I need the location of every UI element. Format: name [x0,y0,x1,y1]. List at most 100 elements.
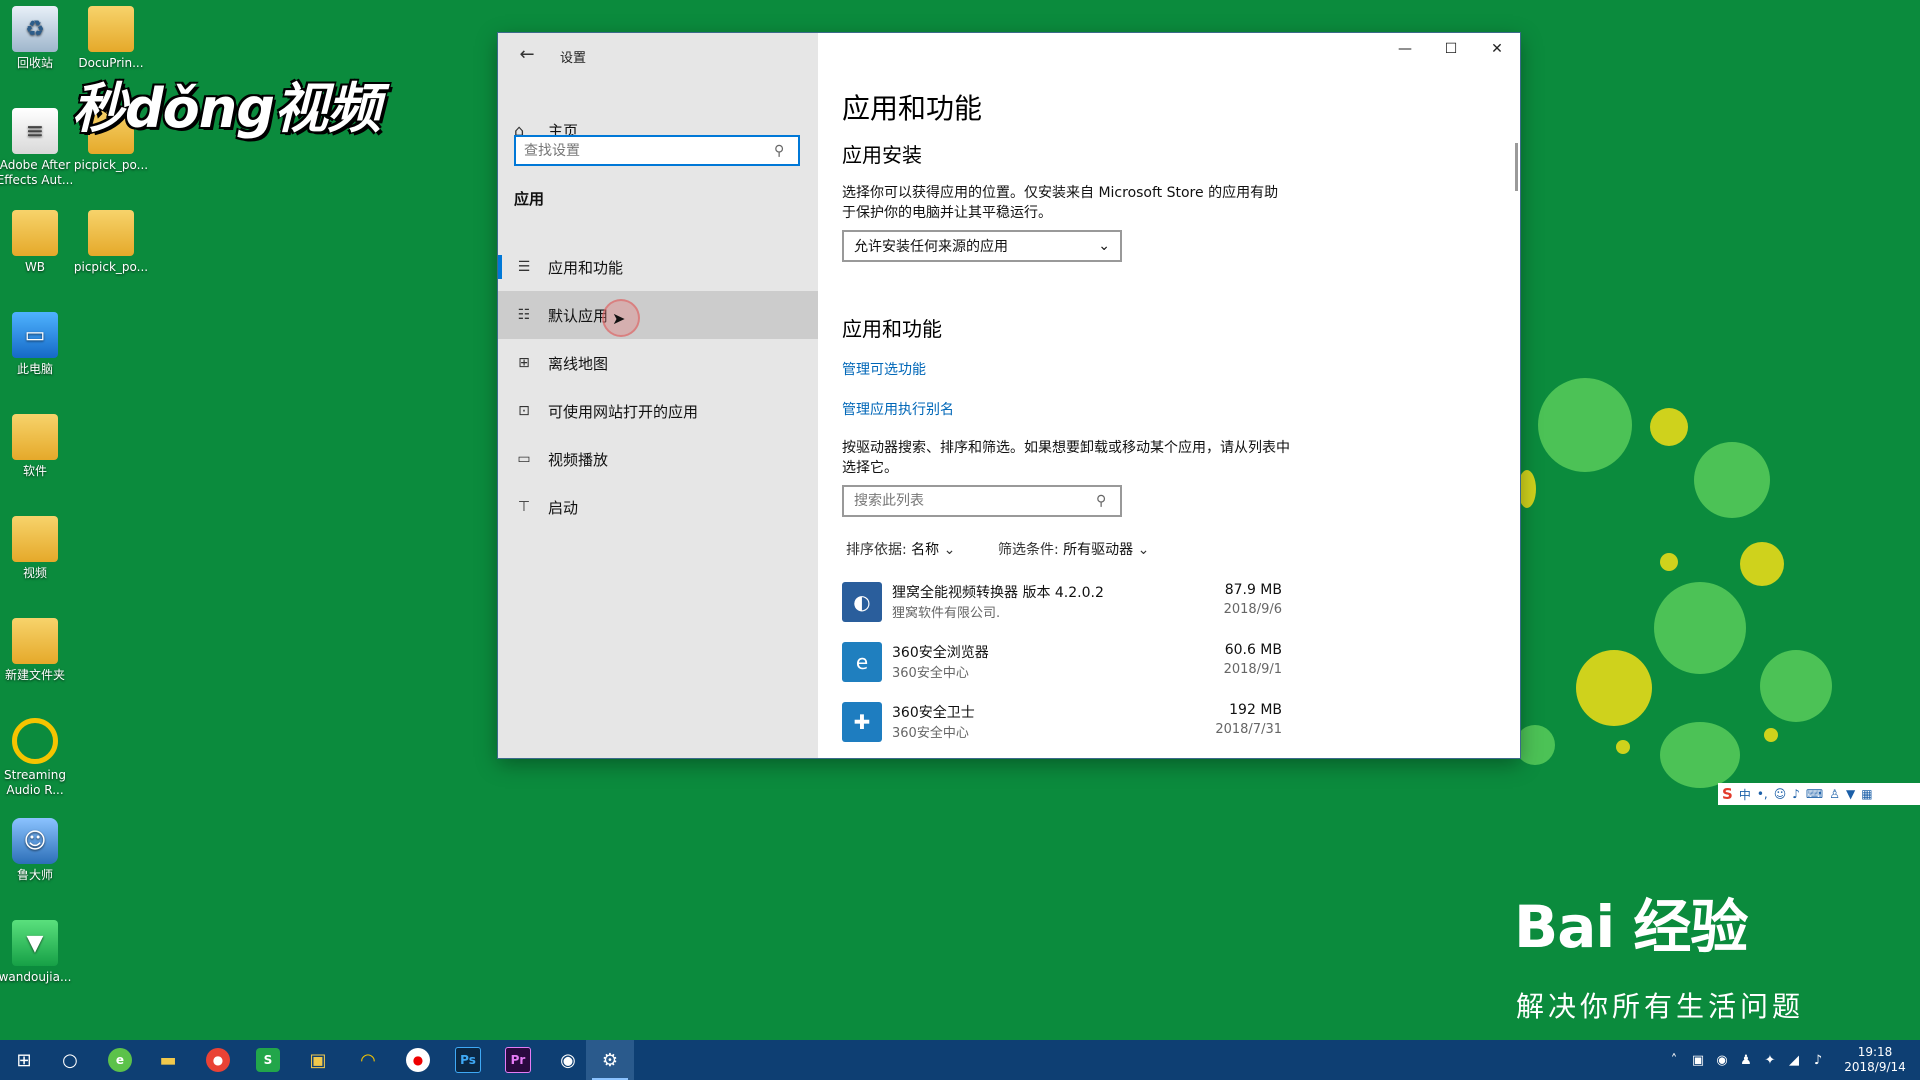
taskbar-app-premiere[interactable]: Pr [494,1040,542,1080]
taskbar-app-s[interactable]: S [244,1040,292,1080]
settings-search-box[interactable]: ⚲ [514,135,800,166]
search-icon[interactable]: ⚲ [1096,493,1120,509]
ime-keyboard-icon[interactable]: ⌨ [1806,787,1823,801]
app-name: 狸窝全能视频转换器 版本 4.2.0.2 [892,585,1104,601]
manage-app-alias-link[interactable]: 管理应用执行别名 [842,399,954,419]
desktop-icon-label: 此电脑 [16,362,53,376]
premiere-icon: Pr [505,1047,531,1073]
taskbar-app-photoshop[interactable]: Ps [444,1040,492,1080]
security-tray-icon[interactable]: ✦ [1758,1053,1782,1068]
app-list-search-box[interactable]: ⚲ [842,485,1122,517]
desktop-icon-ludashi[interactable]: ☺ 鲁大师 [0,818,78,883]
taskbar-app-chrome[interactable]: ● [194,1040,242,1080]
desktop-icon-label: 视频 [22,566,47,580]
app-date: 2018/9/1 [1223,662,1282,677]
sort-control[interactable]: 排序依据: 名称 ⌄ [846,539,955,559]
app-list-item[interactable]: ◐ 狸窝全能视频转换器 版本 4.2.0.2 狸窝软件有限公司. 87.9 MB… [842,576,1282,632]
app-size: 87.9 MB [1224,582,1282,598]
desktop-icon-docuprint[interactable]: DocuPrin... [68,6,154,71]
app-list-item[interactable]: ✚ 360安全卫士 360安全中心 192 MB 2018/7/31 [842,696,1282,752]
ime-skin-icon[interactable]: ▼ [1846,787,1855,801]
browser-360-icon: e [842,642,882,682]
ime-voice-icon[interactable]: ♪ [1792,787,1800,801]
content-scrollbar[interactable] [1515,143,1518,191]
app-list-search-input[interactable] [844,492,1096,510]
ime-mode-indicator[interactable]: 中 [1739,786,1751,803]
chevron-up-icon[interactable]: ˄ [1662,1053,1686,1068]
system-tray: ˄ ▣ ◉ ♟ ✦ ◢ ♪ 19:18 2018/9/14 [1662,1040,1920,1080]
taskbar-app-360browser[interactable]: e [96,1040,144,1080]
desktop-icon-new-folder[interactable]: 新建文件夹 [0,618,78,683]
search-icon[interactable]: ⚲ [774,143,798,159]
sidebar-item-startup[interactable]: ⊤ 启动 [498,483,818,531]
ime-punctuation-icon[interactable]: •, [1757,787,1768,801]
sidebar-nav: ☰ 应用和功能 ☷ 默认应用 ➤ ⊞ 离线地图 ⊡ 可使用网站打开的应用 ▭ 视… [498,243,818,531]
cortana-button[interactable]: ○ [46,1040,94,1080]
sidebar-item-video-playback[interactable]: ▭ 视频播放 [498,435,818,483]
map-icon: ⊞ [518,355,530,371]
cortana-icon: ○ [62,1049,78,1071]
minimize-button[interactable]: — [1382,33,1428,65]
taskbar-clock[interactable]: 19:18 2018/9/14 [1830,1045,1920,1075]
desktop-icon-streaming-audio[interactable]: Streaming Audio R... [0,718,78,798]
app-date: 2018/7/31 [1215,722,1282,737]
desktop-icon-wb[interactable]: WB [0,210,78,275]
desktop-icon-after-effects[interactable]: ≡ Adobe After Effects Aut... [0,108,78,188]
wechat-tray-icon[interactable]: ◉ [1710,1053,1734,1068]
sidebar-item-label: 应用和功能 [548,258,624,277]
sidebar-item-default-apps[interactable]: ☷ 默认应用 ➤ [498,291,818,339]
install-source-value: 允许安装任何来源的应用 [854,239,1008,255]
desktop-icon-label: Adobe After Effects Aut... [0,158,74,187]
settings-search-input[interactable] [516,141,774,160]
record-icon: ● [406,1048,430,1072]
desktop-icon-label: picpick_po... [73,260,149,274]
sidebar-item-apps-for-websites[interactable]: ⊡ 可使用网站打开的应用 [498,387,818,435]
sidebar-item-offline-maps[interactable]: ⊞ 离线地图 [498,339,818,387]
back-button[interactable]: ← [510,37,544,71]
volume-icon[interactable]: ♪ [1806,1053,1830,1068]
document-icon: ≡ [12,108,58,154]
desktop-icon-wandoujia[interactable]: ▼ wandoujia... [0,920,78,985]
desktop-icon-label: 新建文件夹 [4,668,65,682]
taskbar-app-streaming[interactable]: ◠ [344,1040,392,1080]
taskbar-app-settings[interactable]: ⚙ [586,1040,634,1080]
filter-control[interactable]: 筛选条件: 所有驱动器 ⌄ [998,539,1149,559]
window-title: 设置 [560,51,587,66]
desktop-icon-label: 鲁大师 [16,868,53,882]
network-icon[interactable]: ◢ [1782,1053,1806,1068]
tray-app-icon[interactable]: ▣ [1686,1053,1710,1068]
desktop-icon-software[interactable]: 软件 [0,414,78,479]
maximize-button[interactable]: ☐ [1428,33,1474,65]
qq-tray-icon[interactable]: ♟ [1734,1053,1758,1068]
chevron-down-icon: ⌄ [1137,542,1150,558]
desktop-icon-this-pc[interactable]: ▭ 此电脑 [0,312,78,377]
install-heading: 应用安装 [842,143,922,167]
taskbar-app-explorer[interactable]: ▬ [144,1040,192,1080]
ime-toolbar[interactable]: S 中 •, ☺ ♪ ⌨ ♙ ▼ ▦ [1718,783,1920,805]
install-description: 选择你可以获得应用的位置。仅安装来自 Microsoft Store 的应用有助… [842,185,1279,221]
desktop-icon-label: wandoujia... [0,970,72,984]
taskbar-app-recorder[interactable]: ● [394,1040,442,1080]
close-button[interactable]: ✕ [1474,33,1520,65]
folder-icon [12,210,58,256]
desktop-icon-picpick-2[interactable]: picpick_po... [68,210,154,275]
sidebar-item-label: 可使用网站打开的应用 [548,402,699,421]
taskbar-app-wechat[interactable]: ◉ [544,1040,592,1080]
taskbar-app-folder[interactable]: ▣ [294,1040,342,1080]
app-list-item[interactable]: e 360安全浏览器 360安全中心 60.6 MB 2018/9/1 [842,636,1282,692]
ime-emoji-icon[interactable]: ☺ [1774,787,1787,801]
desktop-icon-label: 软件 [22,464,47,478]
folder-icon [12,516,58,562]
manage-optional-features-link[interactable]: 管理可选功能 [842,359,926,379]
desktop-icon-video[interactable]: 视频 [0,516,78,581]
sidebar-item-apps-features[interactable]: ☰ 应用和功能 [498,243,818,291]
desktop-icon-recycle-bin[interactable]: ♻ 回收站 [0,6,78,71]
install-source-dropdown[interactable]: 允许安装任何来源的应用 ⌄ [842,230,1122,262]
default-apps-icon: ☷ [517,307,531,323]
sort-label: 排序依据: [846,542,907,558]
ime-user-icon[interactable]: ♙ [1829,787,1840,801]
ime-menu-icon[interactable]: ▦ [1861,787,1872,801]
start-button[interactable]: ⊞ [0,1040,48,1080]
sidebar-item-label: 默认应用 [548,306,609,325]
browser-360-icon: e [108,1048,132,1072]
